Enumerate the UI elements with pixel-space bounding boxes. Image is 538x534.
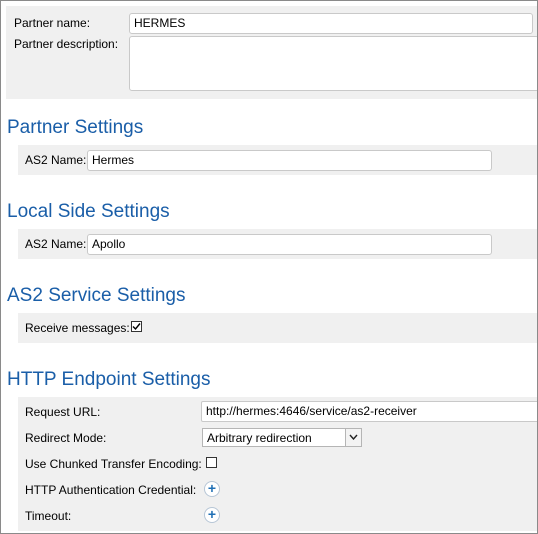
partner-description-field[interactable] — [129, 36, 537, 91]
partner-as2-name-label: AS2 Name: — [25, 153, 87, 167]
local-as2-name-field[interactable]: Apollo — [87, 234, 492, 255]
local-side-settings-heading: Local Side Settings — [7, 201, 170, 222]
redirect-mode-value: Arbitrary redirection — [207, 431, 312, 445]
chunked-encoding-checkbox[interactable] — [206, 457, 217, 468]
redirect-mode-select[interactable]: Arbitrary redirection — [202, 428, 362, 447]
partner-name-label: Partner name: — [14, 16, 91, 30]
chevron-down-icon[interactable] — [345, 429, 361, 446]
timeout-label: Timeout: — [25, 509, 72, 523]
http-endpoint-settings-heading: HTTP Endpoint Settings — [7, 369, 211, 390]
request-url-label: Request URL: — [25, 405, 101, 419]
partner-description-label: Partner description: — [14, 37, 119, 51]
chunked-encoding-label: Use Chunked Transfer Encoding: — [25, 457, 202, 471]
redirect-mode-label: Redirect Mode: — [25, 431, 107, 445]
checkmark-icon — [132, 323, 141, 331]
plus-circle-icon: + — [207, 480, 217, 496]
partner-name-field[interactable]: HERMES — [129, 13, 533, 34]
as2-service-settings-heading: AS2 Service Settings — [7, 285, 186, 306]
add-http-auth-credential-button[interactable]: + — [204, 481, 220, 497]
receive-messages-checkbox[interactable] — [131, 321, 142, 332]
partner-as2-name-field[interactable]: Hermes — [87, 150, 492, 171]
local-as2-name-label: AS2 Name: — [25, 237, 87, 251]
partner-settings-window: Partner name: HERMES Partner description… — [0, 0, 538, 534]
request-url-field[interactable]: http://hermes:4646/service/as2-receiver — [201, 401, 537, 422]
receive-messages-label: Receive messages: — [25, 321, 130, 335]
partner-settings-heading: Partner Settings — [7, 117, 144, 138]
add-timeout-button[interactable]: + — [204, 507, 220, 523]
plus-circle-icon: + — [207, 506, 217, 522]
http-auth-credential-label: HTTP Authentication Credential: — [25, 483, 197, 497]
